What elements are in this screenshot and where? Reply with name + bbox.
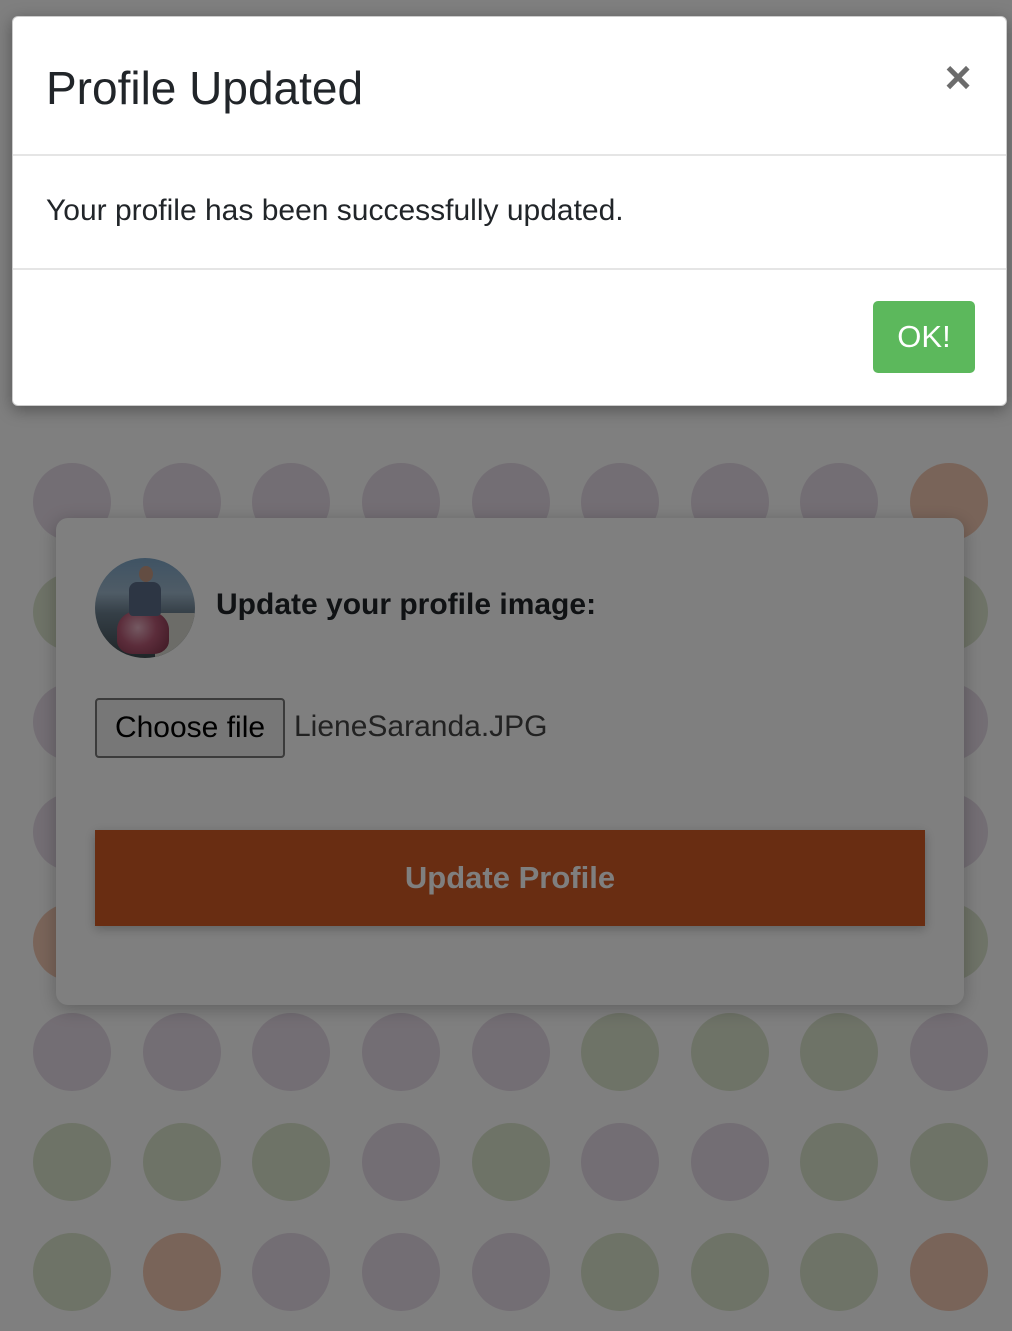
profile-updated-modal: Profile Updated × Your profile has been … — [12, 16, 1007, 406]
modal-header: Profile Updated × — [13, 17, 1006, 156]
modal-body: Your profile has been successfully updat… — [13, 156, 1006, 270]
modal-footer: OK! — [13, 270, 1006, 405]
ok-button[interactable]: OK! — [873, 301, 975, 373]
close-icon[interactable]: × — [940, 54, 976, 100]
modal-message: Your profile has been successfully updat… — [46, 194, 624, 227]
modal-title: Profile Updated — [46, 62, 364, 114]
